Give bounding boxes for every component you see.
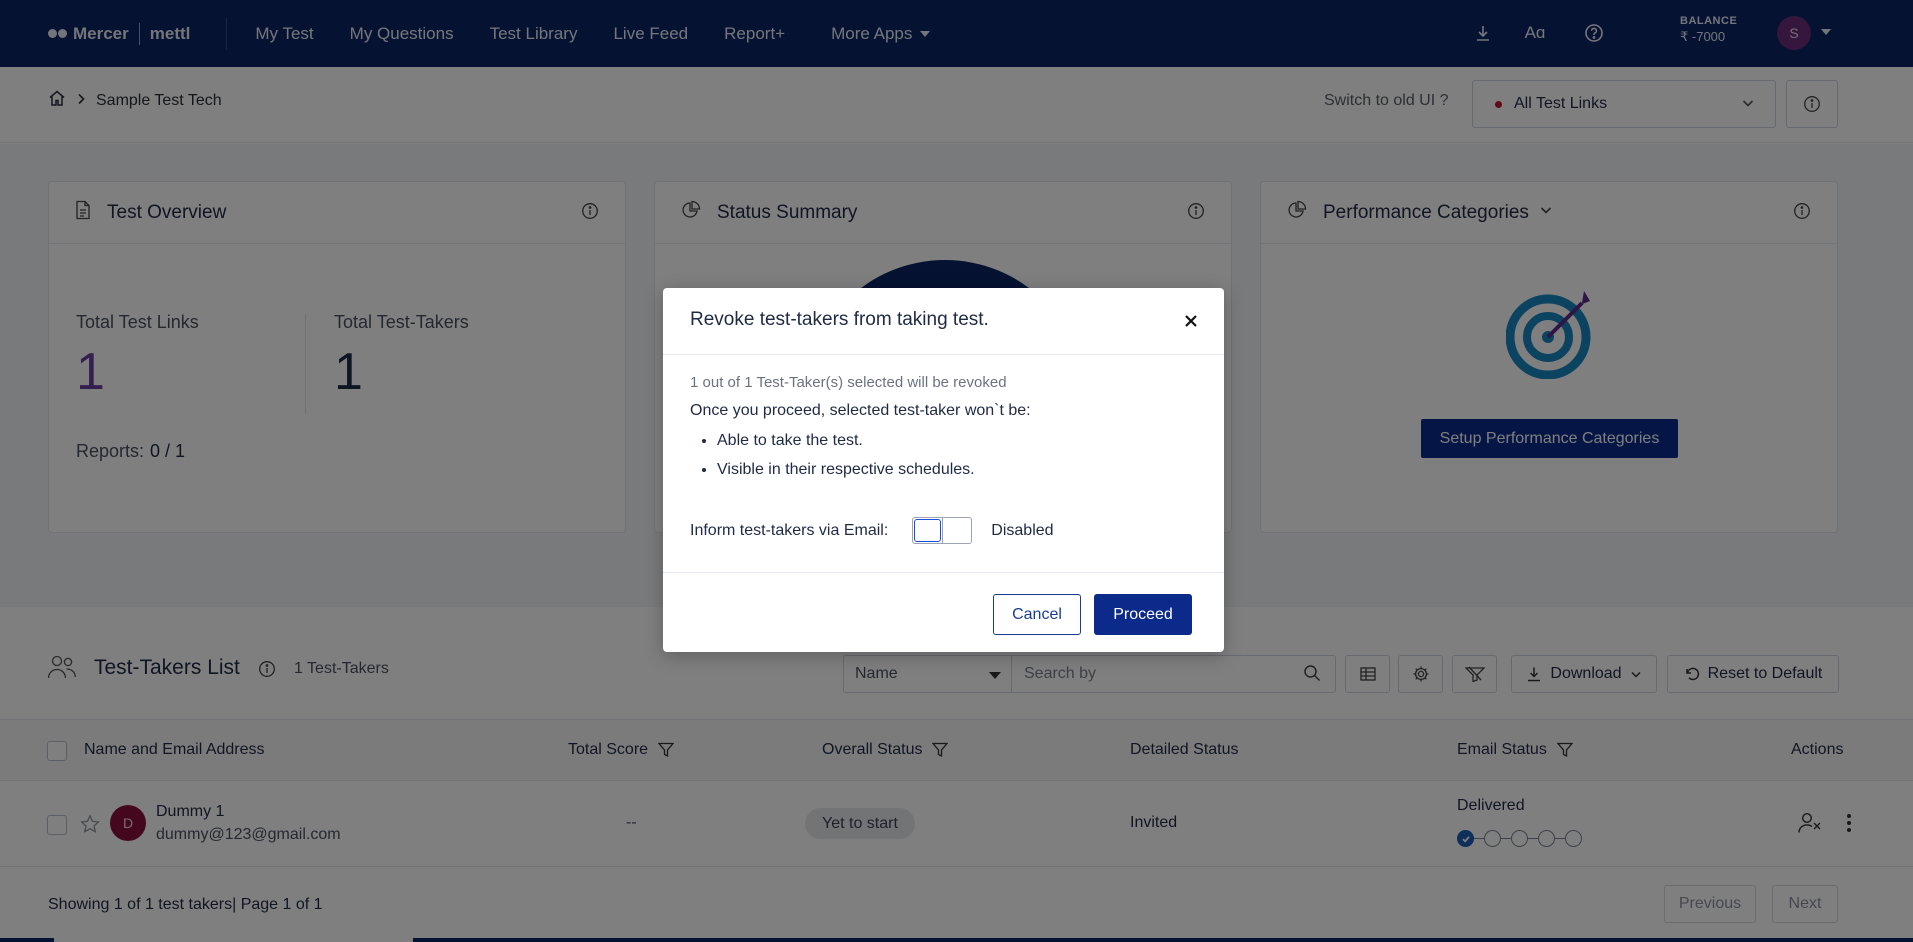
toggle-state-label: Disabled <box>991 521 1054 539</box>
revoke-intro-text: Once you proceed, selected test-taker wo… <box>690 402 1031 419</box>
list-item: Able to take the test. <box>717 432 1197 450</box>
modal-title: Revoke test-takers from taking test. <box>690 309 989 330</box>
toggle-knob <box>914 519 942 542</box>
inform-email-toggle[interactable] <box>912 517 973 544</box>
revoke-count-text: 1 out of 1 Test-Taker(s) selected will b… <box>690 374 1007 391</box>
cancel-button[interactable]: Cancel <box>993 594 1081 635</box>
proceed-button[interactable]: Proceed <box>1094 594 1192 635</box>
modal-footer: Cancel Proceed <box>663 572 1224 652</box>
list-item: Visible in their respective schedules. <box>717 461 1197 479</box>
toggle-divider <box>942 518 944 543</box>
revoke-modal: Revoke test-takers from taking test. 1 o… <box>663 288 1224 652</box>
revoke-consequences-list: Able to take the test. Visible in their … <box>690 432 1197 479</box>
close-icon[interactable] <box>1180 310 1202 332</box>
inform-email-row: Inform test-takers via Email: Disabled <box>690 517 1054 544</box>
inform-email-label: Inform test-takers via Email: <box>690 521 889 539</box>
